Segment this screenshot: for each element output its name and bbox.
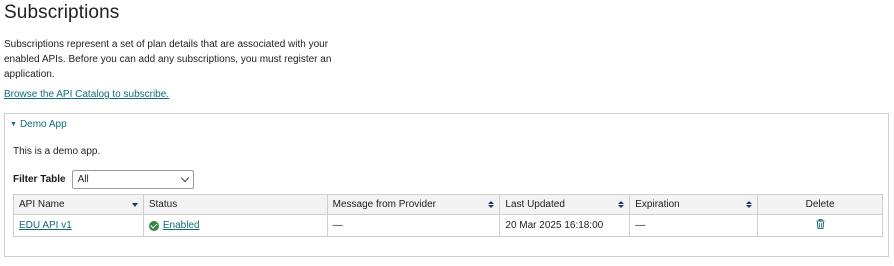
app-panel: ▼ Demo App This is a demo app. Filter Ta… <box>4 113 889 257</box>
app-toggle[interactable]: ▼ Demo App <box>10 119 67 130</box>
cell-message: — <box>326 214 501 237</box>
page-intro-text: Subscriptions represent a set of plan de… <box>4 39 332 80</box>
table-row: EDU API v1 Enabled — 20 Mar 2025 16:18:0… <box>13 214 883 237</box>
cell-status: Enabled <box>142 214 328 237</box>
status-link[interactable]: Enabled <box>163 220 200 231</box>
api-name-link[interactable]: EDU API v1 <box>19 220 72 231</box>
cell-delete <box>757 214 883 237</box>
cell-api-name: EDU API v1 <box>13 214 144 237</box>
col-header-api-name-label: API Name <box>19 199 65 210</box>
col-header-last-updated[interactable]: Last Updated <box>499 194 631 215</box>
sort-icon <box>618 201 625 208</box>
page-title: Subscriptions <box>4 2 120 23</box>
col-header-status: Status <box>142 194 328 215</box>
app-name: Demo App <box>19 119 67 130</box>
cell-expiration: — <box>629 214 759 237</box>
filter-selected-value: All <box>77 174 89 185</box>
chevron-down-icon <box>180 173 189 183</box>
col-header-api-name[interactable]: API Name <box>13 194 144 215</box>
sort-descending-icon <box>131 202 138 207</box>
col-header-delete-label: Delete <box>805 199 835 210</box>
filter-row: Filter Table All <box>13 170 194 189</box>
filter-table-label: Filter Table <box>13 174 66 185</box>
col-header-last-updated-label: Last Updated <box>505 199 565 210</box>
col-header-message[interactable]: Message from Provider <box>326 194 501 215</box>
col-header-status-label: Status <box>148 199 178 210</box>
check-circle-icon <box>148 220 159 231</box>
sort-icon <box>488 201 495 208</box>
sort-icon <box>746 201 753 208</box>
col-header-expiration-label: Expiration <box>635 199 680 210</box>
col-header-expiration[interactable]: Expiration <box>629 194 759 215</box>
browse-api-catalog-link[interactable]: Browse the API Catalog to subscribe. <box>4 89 169 100</box>
col-header-delete: Delete <box>757 194 883 215</box>
subscriptions-table: API Name Status Message from Provider La… <box>13 194 883 237</box>
filter-table-select[interactable]: All <box>71 170 194 189</box>
app-description: This is a demo app. <box>13 146 101 157</box>
caret-down-icon: ▼ <box>10 120 17 128</box>
col-header-message-label: Message from Provider <box>332 199 436 210</box>
trash-icon[interactable] <box>816 218 825 232</box>
table-header-row: API Name Status Message from Provider La… <box>13 194 883 215</box>
cell-last-updated: 20 Mar 2025 16:18:00 <box>499 214 631 237</box>
